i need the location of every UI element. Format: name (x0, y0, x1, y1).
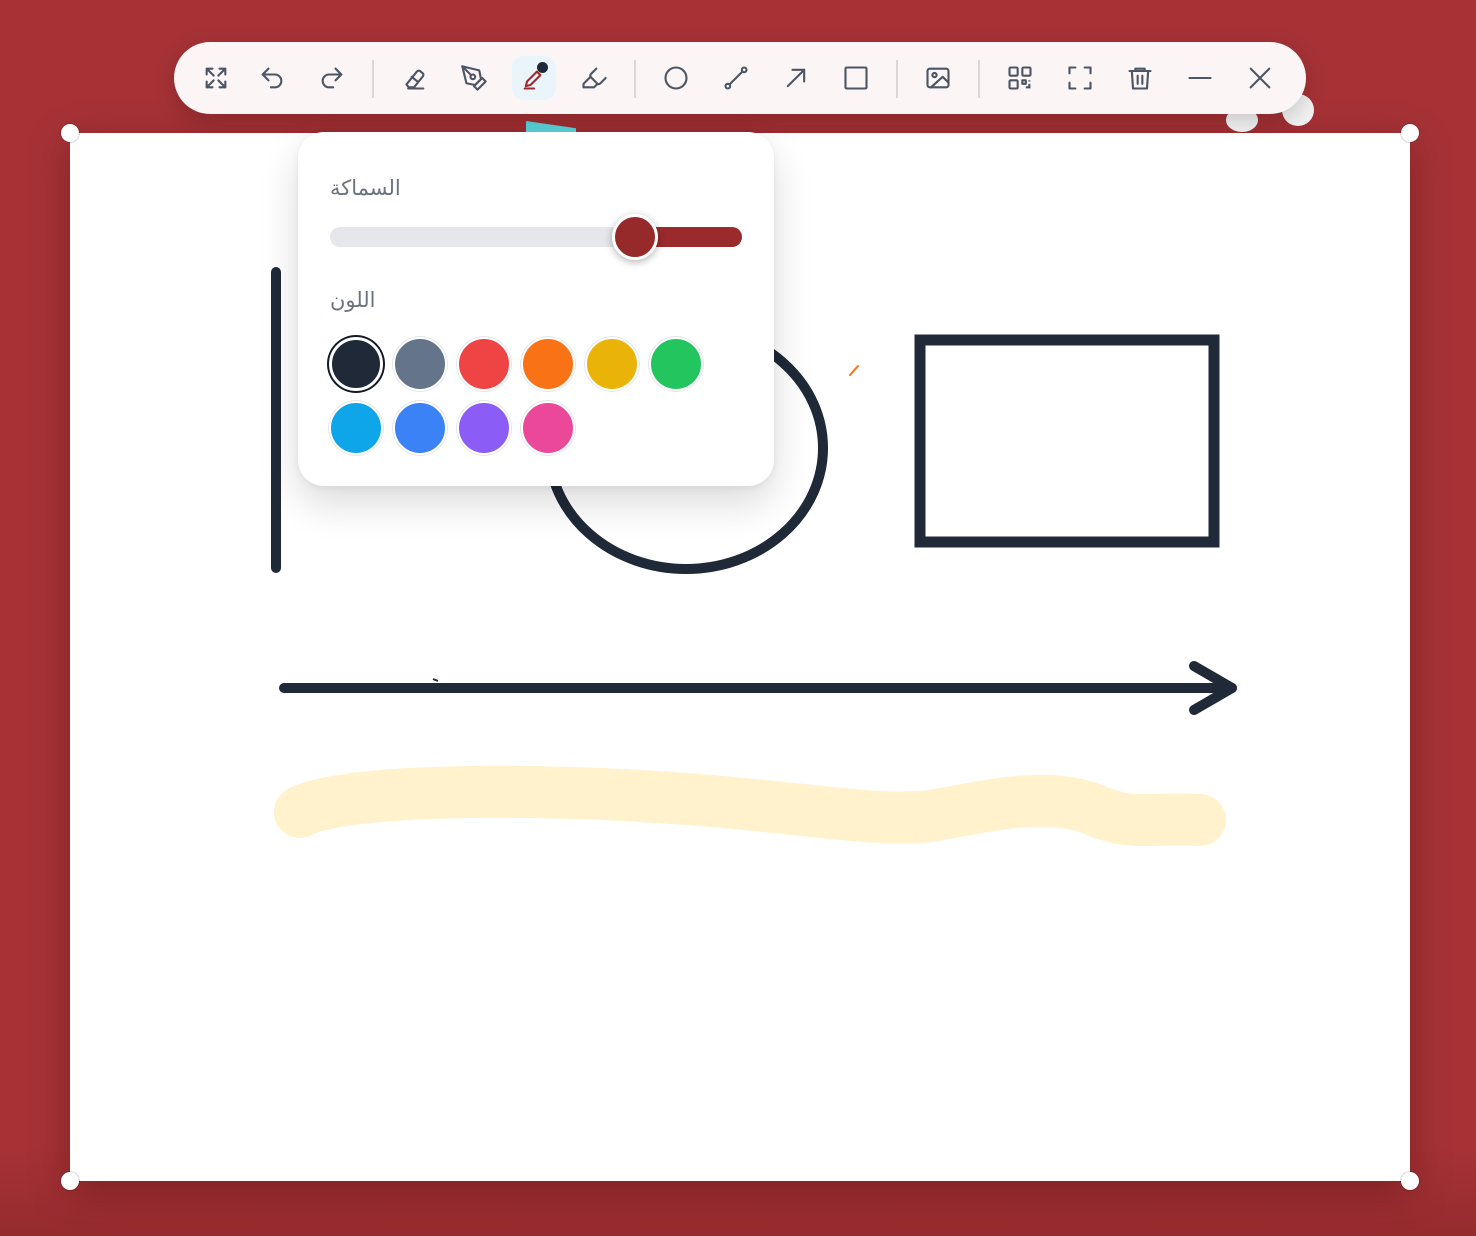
expand-arrows-icon (205, 67, 227, 89)
active-color-dot (537, 62, 548, 73)
delete-button[interactable] (1118, 56, 1162, 100)
color-swatch[interactable] (457, 337, 511, 391)
circle-tool[interactable] (654, 56, 698, 100)
redo-icon (321, 67, 343, 89)
close-icon (1249, 67, 1271, 89)
close-button[interactable] (1238, 56, 1282, 100)
toolbar-separator (372, 60, 374, 98)
color-swatch[interactable] (329, 337, 383, 391)
toolbar-separator (978, 60, 980, 98)
thickness-label: السماكة (330, 176, 401, 200)
toolbar (174, 42, 1306, 114)
thickness-slider-track[interactable] (330, 227, 742, 247)
circle-icon (664, 66, 688, 90)
undo-button[interactable] (250, 56, 294, 100)
arrow-tool[interactable] (774, 56, 818, 100)
color-swatch[interactable] (393, 337, 447, 391)
minus-icon (1188, 76, 1212, 80)
rectangle-tool[interactable] (834, 56, 878, 100)
toolbar-separator (896, 60, 898, 98)
line-icon (724, 66, 748, 90)
color-swatch[interactable] (393, 401, 447, 455)
eraser-tool[interactable] (392, 56, 436, 100)
fullscreen-icon (1068, 66, 1092, 90)
line-tool[interactable] (714, 56, 758, 100)
toolbar-separator (634, 60, 636, 98)
eraser-icon (405, 69, 425, 90)
resize-handle-top-right[interactable] (1401, 124, 1419, 142)
fullscreen-button[interactable] (1058, 56, 1102, 100)
redo-button[interactable] (310, 56, 354, 100)
color-swatch[interactable] (521, 401, 575, 455)
color-swatch[interactable] (457, 401, 511, 455)
color-swatch[interactable] (329, 401, 383, 455)
highlighter-tool[interactable] (572, 56, 616, 100)
square-icon (844, 66, 868, 90)
drawn-rectangle[interactable] (914, 334, 1220, 548)
thickness-slider-thumb[interactable] (611, 214, 658, 260)
image-icon (926, 67, 950, 89)
pen-nib-tool[interactable] (452, 56, 496, 100)
resize-handle-top-left[interactable] (61, 124, 79, 142)
trash-icon (1128, 67, 1152, 90)
minimize-button[interactable] (1178, 56, 1222, 100)
color-label: اللون (330, 288, 376, 312)
highlighter-icon (582, 67, 607, 89)
resize-handle-bottom-left[interactable] (61, 1172, 79, 1190)
qr-code-button[interactable] (998, 56, 1042, 100)
drawn-dot (849, 365, 859, 376)
resize-handle-bottom-right[interactable] (1401, 1172, 1419, 1190)
marker-tool[interactable] (512, 56, 556, 100)
drawn-mark (432, 678, 439, 682)
stroke-settings-popover: السماكة اللون (298, 132, 774, 486)
pen-nib-icon (461, 65, 487, 91)
image-tool[interactable] (916, 56, 960, 100)
expand-tool[interactable] (194, 56, 238, 100)
drawn-highlight-stroke[interactable] (274, 765, 1226, 847)
color-swatch[interactable] (649, 337, 703, 391)
color-swatch[interactable] (521, 337, 575, 391)
undo-icon (261, 67, 283, 89)
color-swatch[interactable] (585, 337, 639, 391)
qr-code-icon (1008, 66, 1032, 90)
arrow-icon (786, 68, 806, 88)
